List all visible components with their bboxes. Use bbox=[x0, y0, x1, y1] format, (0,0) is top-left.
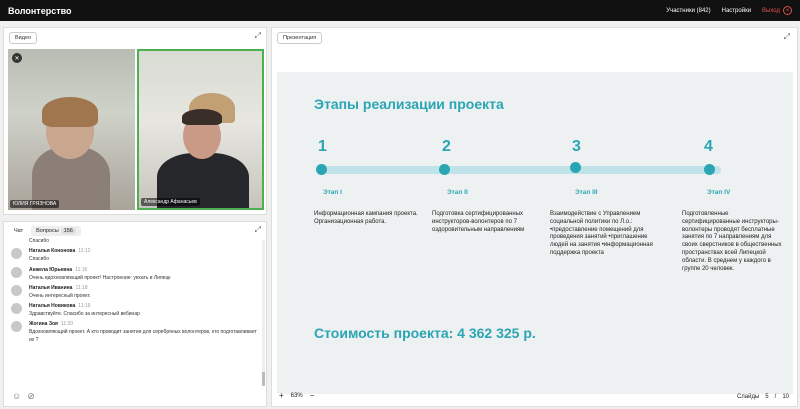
step-number: 2 bbox=[442, 138, 451, 155]
exit-label: Выход bbox=[762, 7, 780, 14]
message-text: Очень интересный проект. bbox=[29, 292, 91, 299]
message-time: 11:20 bbox=[60, 321, 74, 328]
stage-description: Информационная кампания проекта. Организ… bbox=[314, 211, 418, 225]
exit-button[interactable]: Выход × bbox=[762, 6, 792, 15]
total-slides: 10 bbox=[782, 394, 789, 400]
avatar bbox=[11, 303, 22, 314]
timeline-dot bbox=[570, 162, 581, 173]
presentation-panel: Презентация ⤢ Этапы реализации проекта 1… bbox=[271, 27, 798, 407]
chat-message: Спасибо bbox=[9, 238, 259, 245]
stage-label: Этап III bbox=[575, 189, 598, 196]
avatar bbox=[11, 248, 22, 260]
stage-description: Взаимодействие с Управлением социальной … bbox=[550, 211, 653, 256]
avatar bbox=[11, 284, 22, 296]
timeline-dot bbox=[704, 164, 715, 175]
zoom-level: 63% bbox=[290, 392, 303, 399]
expand-icon[interactable]: ⤢ bbox=[255, 225, 261, 235]
stage-description: Подготовка сертифицированных инструкторо… bbox=[432, 211, 525, 233]
questions-count-badge: 156 bbox=[60, 228, 76, 234]
chat-message: Наталья Новикова 11:19 Здравствуйте. Спас… bbox=[9, 303, 259, 318]
top-bar: Волонтерство Участники (842) Настройки В… bbox=[0, 0, 800, 21]
expand-icon[interactable]: ⤢ bbox=[255, 31, 261, 41]
step-number: 4 bbox=[704, 138, 713, 155]
tab-chat[interactable]: Чат bbox=[9, 226, 28, 236]
attachment-icon[interactable]: ⊘ bbox=[27, 391, 35, 402]
message-text: Спасибо bbox=[29, 256, 50, 263]
message-author: Анжела Юрьевна bbox=[29, 266, 73, 273]
step-number: 3 bbox=[572, 138, 581, 155]
expand-icon[interactable]: ⤢ bbox=[784, 32, 790, 42]
current-slide-input[interactable]: 5 bbox=[765, 394, 768, 400]
participants-button[interactable]: Участники (842) bbox=[666, 8, 710, 14]
participant-name: Александр Афанасьев bbox=[141, 198, 200, 206]
message-text: Очень вдохновляющий проект! Настроение: … bbox=[29, 274, 171, 281]
message-time: 11:16 bbox=[75, 266, 88, 273]
stage-label: Этап IV bbox=[707, 189, 731, 196]
tab-presentation[interactable]: Презентация bbox=[277, 32, 323, 44]
slide-navigation: Слайды 5 / 10 bbox=[737, 394, 789, 400]
video-tile-2[interactable]: Александр Афанасьев bbox=[137, 49, 264, 210]
close-circle-icon: × bbox=[783, 6, 792, 15]
message-text: Здравствуйте. Спасибо за интересный веби… bbox=[29, 311, 140, 317]
participant-hair bbox=[182, 109, 222, 125]
scrollbar-thumb[interactable] bbox=[262, 372, 265, 386]
video-tile-1[interactable]: ✕ ЮЛИЯ ГРЯЗНОВА bbox=[8, 49, 135, 210]
slides-label: Слайды bbox=[736, 394, 760, 400]
tab-questions-label: Вопросы bbox=[36, 228, 59, 234]
chat-message: Анжела Юрьевна 11:16 Очень вдохновляющий … bbox=[9, 266, 259, 282]
timeline-dot bbox=[439, 164, 450, 175]
step-number: 1 bbox=[318, 138, 327, 155]
message-author: Наталья Кононова bbox=[29, 248, 76, 255]
chat-input-bar: ☺ ⊘ bbox=[9, 389, 261, 403]
slide: Этапы реализации проекта 1 Этап I Информ… bbox=[277, 72, 793, 394]
chat-panel: Чат Вопросы 156 ⤢ Спасибо Наталья Кононов… bbox=[3, 221, 267, 407]
zoom-controls: + 63% − bbox=[279, 391, 314, 400]
chat-message: Жогина Зоя 11:20 Вдохновляющий проект. А … bbox=[9, 321, 259, 344]
zoom-out-button[interactable]: − bbox=[310, 391, 315, 400]
timeline-dot bbox=[316, 164, 327, 175]
avatar bbox=[11, 321, 22, 333]
stage-description: Подготовленные сертифицированные инструк… bbox=[682, 211, 782, 272]
video-panel: Видео ⤢ ✕ ЮЛИЯ ГРЯЗНОВА Александр Афанас… bbox=[3, 27, 267, 215]
chat-message: Наталья Иванина 11:18 Очень интересный пр… bbox=[9, 284, 259, 300]
chat-scrollbar[interactable] bbox=[262, 240, 265, 386]
participant-hair bbox=[42, 97, 98, 127]
tab-video[interactable]: Видео bbox=[9, 32, 38, 44]
stage-label: Этап II bbox=[447, 189, 468, 196]
message-author: Наталья Иванина bbox=[29, 284, 73, 291]
tab-questions[interactable]: Вопросы 156 bbox=[31, 226, 81, 236]
zoom-in-button[interactable]: + bbox=[279, 391, 284, 400]
emoji-icon[interactable]: ☺ bbox=[12, 391, 21, 401]
message-author: Жогина Зоя bbox=[29, 321, 58, 328]
timeline-bar bbox=[321, 166, 721, 174]
message-time: 11:19 bbox=[78, 303, 91, 309]
mic-off-icon: ✕ bbox=[12, 53, 22, 63]
settings-button[interactable]: Настройки bbox=[722, 8, 751, 14]
stage-label: Этап I bbox=[323, 189, 342, 196]
avatar bbox=[11, 266, 22, 278]
app-title: Волонтерство bbox=[8, 5, 72, 16]
message-text: Вдохновляющий проект. А кто проводит зан… bbox=[29, 329, 257, 343]
slide-separator: / bbox=[774, 394, 777, 400]
message-text: Спасибо bbox=[29, 238, 50, 244]
chat-message: Наталья Кононова 11:12 Спасибо bbox=[9, 248, 259, 263]
message-author: Наталья Новикова bbox=[29, 303, 76, 309]
message-list: Спасибо Наталья Кононова 11:12 Спасибо Ан… bbox=[9, 238, 259, 386]
message-time: 11:12 bbox=[78, 248, 91, 255]
slide-title: Этапы реализации проекта bbox=[314, 96, 504, 112]
participant-name: ЮЛИЯ ГРЯЗНОВА bbox=[10, 200, 60, 208]
project-cost: Стоимость проекта: 4 362 325 р. bbox=[314, 325, 536, 341]
chat-tabs: Чат Вопросы 156 bbox=[9, 226, 81, 236]
message-time: 11:18 bbox=[75, 284, 88, 291]
